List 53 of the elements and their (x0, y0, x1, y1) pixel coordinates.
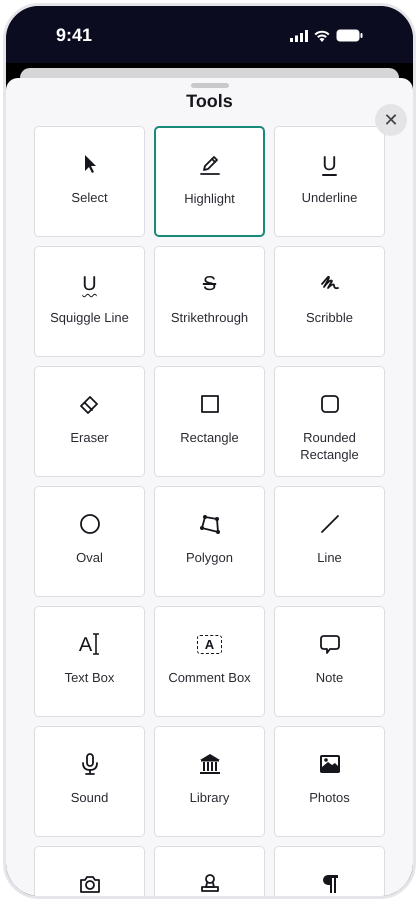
tool-label: Note (314, 669, 344, 686)
signal-icon (290, 30, 308, 42)
tool-tile[interactable]: U Underline (274, 126, 385, 237)
tool-tile[interactable]: Scribble (274, 246, 385, 357)
tool-tile[interactable]: U Squiggle Line (34, 246, 145, 357)
speech-bubble-icon (318, 632, 342, 656)
tool-tile[interactable]: Library (154, 726, 265, 837)
tool-label: Strikethrough (170, 309, 250, 326)
tool-label: Oval (75, 549, 104, 566)
tool-tile[interactable]: Photos (274, 726, 385, 837)
tool-tile[interactable]: Line (274, 486, 385, 597)
strikethrough-icon: S (202, 274, 216, 294)
tool-label: Photos (308, 789, 351, 806)
tool-tile[interactable]: Highlight (154, 126, 265, 237)
tool-tile[interactable]: S Strikethrough (154, 246, 265, 357)
tool-label: Highlight (183, 190, 236, 207)
tool-tile[interactable]: Rounded Rectangle (274, 366, 385, 477)
tool-tile[interactable]: Note (274, 606, 385, 717)
tool-tile[interactable]: Sound (34, 726, 145, 837)
tool-label: Text Box (64, 669, 116, 686)
tool-label: Underline (300, 189, 358, 206)
battery-icon (336, 29, 363, 42)
tool-label: Squiggle Line (49, 309, 130, 326)
tool-label: Sound (70, 789, 110, 806)
tool-tile[interactable]: Oval (34, 486, 145, 597)
underline-icon: U (322, 154, 337, 174)
circle-icon (78, 512, 102, 536)
tool-label: Comment Box (167, 669, 252, 686)
tool-label: Scribble (305, 309, 354, 326)
tool-tile[interactable]: A Comment Box (154, 606, 265, 717)
tool-label: Library (188, 789, 230, 806)
pencil-icon (198, 153, 222, 177)
tool-tile[interactable]: Select (34, 126, 145, 237)
tool-label: Line (316, 549, 343, 566)
squiggle-underline-icon: U (82, 274, 97, 294)
polygon-icon (198, 512, 222, 536)
tool-tile[interactable]: Polygon (154, 486, 265, 597)
tool-label: Polygon (185, 549, 234, 566)
tool-label: Eraser (69, 429, 110, 446)
bank-icon (198, 752, 222, 776)
close-button[interactable]: ✕ (375, 104, 407, 136)
drag-handle[interactable] (190, 83, 228, 88)
tool-label: Select (70, 189, 109, 206)
tool-label: Rectangle (179, 429, 240, 446)
tool-tile[interactable]: A Text Box (34, 606, 145, 717)
sheet-title: Tools (186, 90, 233, 113)
tool-label: Rounded Rectangle (299, 429, 360, 463)
image-icon (318, 752, 342, 776)
tool-tile[interactable]: Eraser (34, 366, 145, 477)
wifi-icon (314, 30, 330, 42)
text-frame-icon: A (196, 634, 222, 654)
tool-tile[interactable]: Rectangle (154, 366, 265, 477)
status-time: 9:41 (56, 24, 92, 47)
